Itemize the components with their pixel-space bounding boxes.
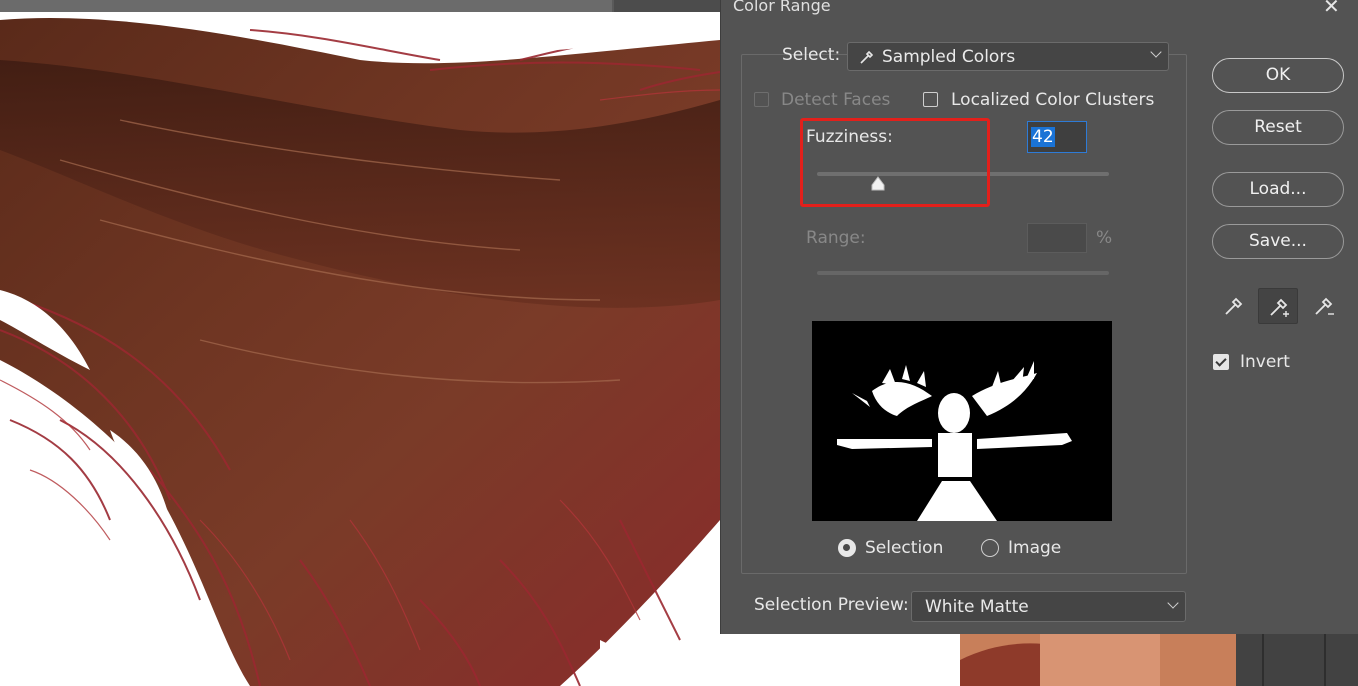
fuzziness-input[interactable]: 42 xyxy=(1027,121,1087,153)
image-radio[interactable] xyxy=(981,539,999,557)
selection-preview-label: Selection Preview: xyxy=(754,595,909,615)
eyedropper-icon xyxy=(858,48,876,71)
selection-preview-dropdown[interactable]: White Matte xyxy=(911,591,1186,622)
close-icon[interactable]: ✕ xyxy=(1323,0,1340,18)
select-label: Select: xyxy=(782,45,841,65)
invert-label: Invert xyxy=(1240,352,1290,372)
save-button[interactable]: Save... xyxy=(1212,224,1344,259)
chevron-down-icon xyxy=(1167,597,1179,609)
subtract-from-sample-eyedropper-icon[interactable] xyxy=(1304,288,1342,322)
invert-checkbox[interactable] xyxy=(1213,354,1229,370)
ok-button[interactable]: OK xyxy=(1212,58,1344,93)
range-input[interactable] xyxy=(1027,223,1087,253)
range-label: Range: xyxy=(806,228,866,248)
add-to-sample-eyedropper-icon[interactable] xyxy=(1258,288,1298,324)
fuzziness-highlight xyxy=(800,118,990,207)
fuzziness-value: 42 xyxy=(1031,127,1055,147)
chevron-down-icon xyxy=(1150,46,1162,58)
select-dropdown[interactable]: Sampled Colors xyxy=(847,42,1169,71)
selection-preview-image xyxy=(812,321,1112,521)
range-unit: % xyxy=(1096,228,1113,248)
panel-dock xyxy=(1236,632,1358,686)
image-radio-label: Image xyxy=(1008,538,1062,558)
localized-clusters-label: Localized Color Clusters xyxy=(951,90,1155,110)
localized-clusters-checkbox[interactable] xyxy=(923,92,938,107)
dialog-title: Color Range xyxy=(733,0,831,15)
reset-button[interactable]: Reset xyxy=(1212,110,1344,145)
selection-preview-value: White Matte xyxy=(925,597,1029,617)
selection-radio-label: Selection xyxy=(865,538,944,558)
detect-faces-label: Detect Faces xyxy=(781,90,891,110)
selection-radio[interactable] xyxy=(838,539,856,557)
select-value: Sampled Colors xyxy=(882,47,1016,67)
document-tab-bar[interactable] xyxy=(0,0,720,12)
range-slider-track xyxy=(817,271,1109,275)
eyedropper-icon[interactable] xyxy=(1214,288,1252,322)
detect-faces-checkbox[interactable] xyxy=(754,92,769,107)
load-button[interactable]: Load... xyxy=(1212,172,1344,207)
color-range-dialog: Color Range ✕ Select: Sampled Colors Det… xyxy=(720,0,1358,634)
